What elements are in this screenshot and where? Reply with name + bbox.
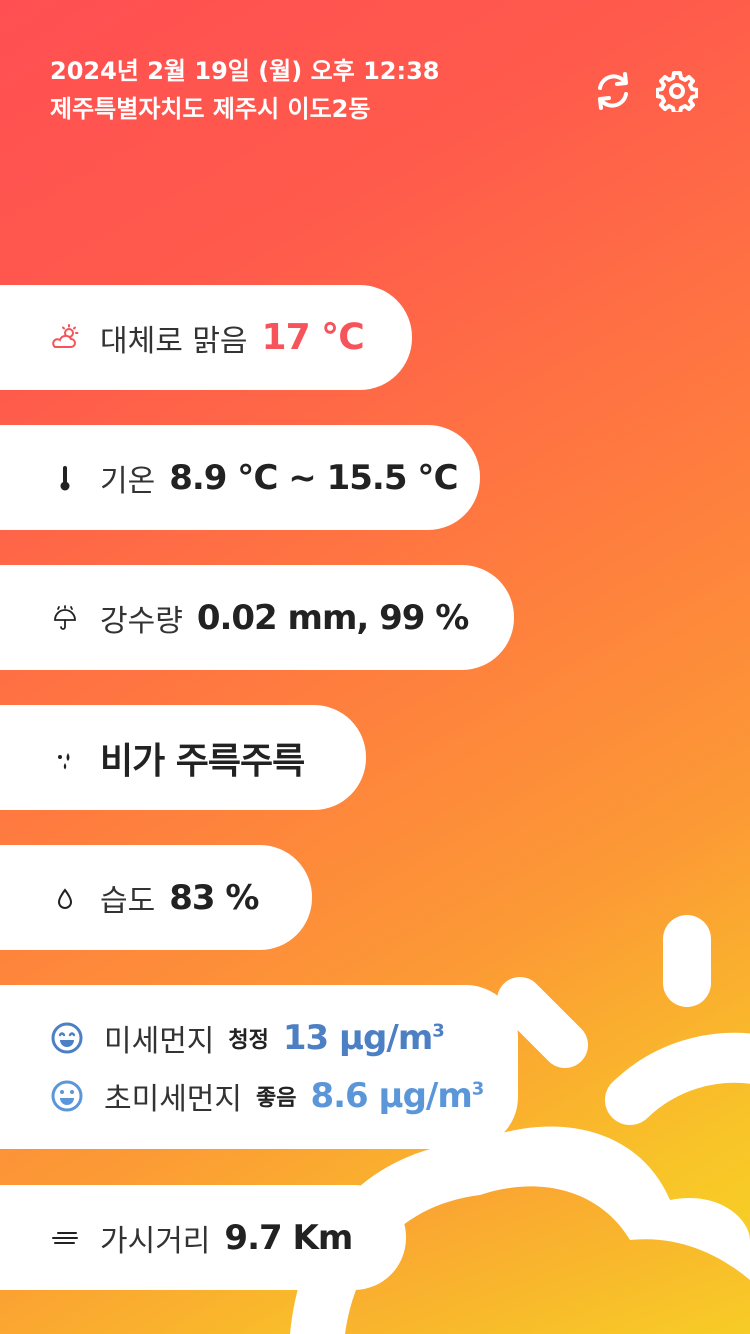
thermometer-icon [60,465,70,490]
location: 제주특별자치도 제주시 이도2동 [50,95,371,123]
air-quality-card: 미세먼지 청정 13 µg/m3 초미세먼지 좋음 8.6 µg/m3 [0,985,518,1149]
condition-card: 대체로 맑음 17 ℃ [0,285,412,390]
pm10-grade: 청정 [228,1028,269,1053]
gear-icon[interactable] [656,70,698,112]
condition-text: 대체로 맑음 [100,323,248,359]
header-actions [592,70,698,112]
humidity-label: 습도 [100,883,156,919]
header: 2024년 2월 19일 (월) 오후 12:38 제주특별자치도 제주시 이도… [50,52,439,128]
humidity-value: 83 % [169,877,259,918]
very-happy-face-icon [51,1022,83,1054]
humidity-card: 습도 83 % [0,845,312,950]
visibility-card: 가시거리 9.7 Km [0,1185,406,1290]
temp-range: 8.9 ℃ ~ 15.5 ℃ [169,457,458,498]
visibility-label: 가시거리 [100,1223,211,1259]
pm10-row: 미세먼지 청정 13 µg/m3 [50,1016,445,1060]
haze-icon [52,1231,78,1244]
precip-label: 강수량 [100,603,183,639]
happy-face-icon [51,1080,83,1112]
pm10-label: 미세먼지 [104,1024,215,1059]
partly-cloudy-icon [52,323,79,348]
pm10-value: 13 µg/m3 [282,1018,445,1058]
current-temperature: 17 ℃ [261,317,365,358]
precip-value: 0.02 mm, 99 % [196,597,470,638]
pm25-label: 초미세먼지 [104,1082,242,1117]
pm25-value: 8.6 µg/m3 [310,1076,484,1116]
raindrops-icon [58,752,70,769]
precipitation-card: 강수량 0.02 mm, 99 % [0,565,514,670]
water-drop-icon [57,887,73,909]
temp-label: 기온 [100,463,156,499]
visibility-value: 9.7 Km [224,1217,353,1258]
rain-description: 비가 주륵주륵 [100,740,305,782]
refresh-icon[interactable] [592,70,634,112]
umbrella-rain-icon [54,604,76,630]
datetime: 2024년 2월 19일 (월) 오후 12:38 [50,57,440,85]
pm25-grade: 좋음 [256,1086,297,1111]
rain-card: 비가 주륵주륵 [0,705,366,810]
temperature-card: 기온 8.9 ℃ ~ 15.5 ℃ [0,425,480,530]
pm25-row: 초미세먼지 좋음 8.6 µg/m3 [50,1074,484,1118]
